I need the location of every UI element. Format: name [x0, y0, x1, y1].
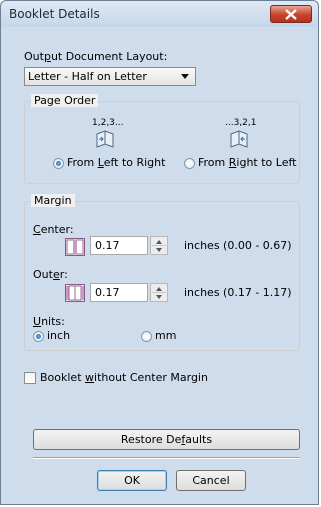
outer-label: Outer: — [33, 268, 68, 281]
arrow-up-icon — [156, 240, 162, 244]
units-label: Units: — [33, 315, 65, 328]
unit-inch-label[interactable]: inch — [47, 329, 70, 342]
booklet-without-center-margin-checkbox[interactable] — [24, 372, 36, 384]
booklet-without-center-margin-label[interactable]: Booklet without Center Margin — [40, 371, 208, 384]
window-title: Booklet Details — [9, 7, 100, 21]
center-margin-icon — [65, 238, 85, 256]
booklet-icon — [96, 130, 114, 148]
close-button[interactable] — [270, 5, 312, 23]
ltr-sequence: 1,2,3... — [92, 118, 124, 128]
unit-mm-label[interactable]: mm — [155, 329, 176, 342]
outer-margin-input[interactable]: 0.17 — [90, 283, 148, 302]
output-layout-label: Output Document Layout: — [24, 50, 168, 63]
rtl-sequence: ...3,2,1 — [225, 118, 257, 128]
center-label: Center: — [33, 223, 74, 236]
outer-range-label: inches (0.17 - 1.17) — [184, 286, 292, 299]
center-margin-input[interactable]: 0.17 — [90, 236, 148, 255]
center-margin-stepper[interactable] — [150, 236, 168, 255]
arrow-down-icon — [156, 248, 162, 252]
from-left-to-right-label[interactable]: From Left to Right — [67, 156, 165, 169]
outer-margin-icon — [65, 284, 85, 302]
unit-inch-radio[interactable] — [33, 331, 44, 342]
close-x-icon — [285, 9, 297, 20]
margin-title: Margin — [31, 194, 75, 207]
cancel-button[interactable]: Cancel — [176, 470, 246, 491]
from-left-to-right-radio[interactable] — [53, 158, 64, 169]
output-layout-dropdown[interactable]: Letter - Half on Letter — [24, 67, 196, 86]
outer-margin-stepper[interactable] — [150, 283, 168, 302]
restore-defaults-button[interactable]: Restore Defaults — [33, 429, 300, 450]
arrow-up-icon — [156, 287, 162, 291]
ok-button[interactable]: OK — [97, 470, 167, 491]
output-layout-value: Letter - Half on Letter — [28, 70, 147, 83]
page-order-title: Page Order — [31, 94, 99, 107]
chevron-down-icon — [181, 74, 189, 79]
arrow-down-icon — [156, 295, 162, 299]
unit-mm-radio[interactable] — [141, 331, 152, 342]
title-bar: Booklet Details — [1, 1, 318, 27]
from-right-to-left-radio[interactable] — [184, 158, 195, 169]
booklet-icon — [230, 130, 248, 148]
center-range-label: inches (0.00 - 0.67) — [184, 239, 292, 252]
divider — [33, 457, 300, 459]
from-right-to-left-label[interactable]: From Right to Left — [198, 156, 296, 169]
page-order-group: Page Order — [24, 94, 300, 184]
